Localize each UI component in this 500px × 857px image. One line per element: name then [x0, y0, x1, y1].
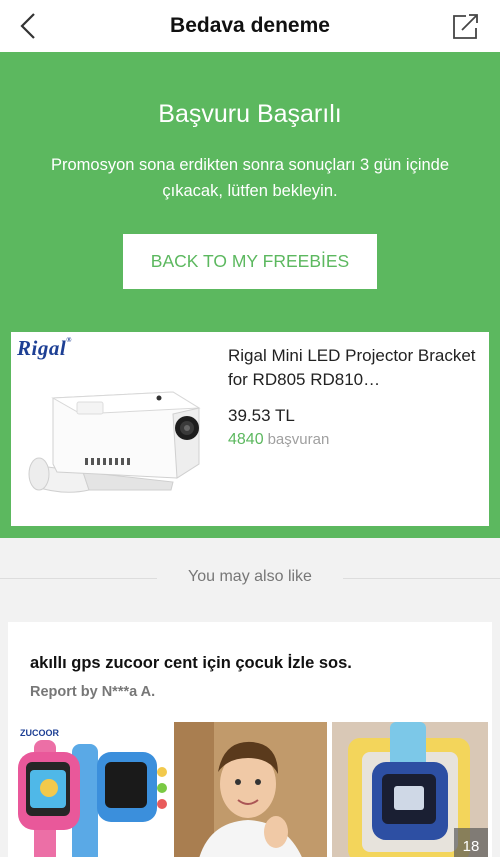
thumbnail-watch-box[interactable]: 18	[332, 722, 488, 857]
success-title: Başvuru Başarılı	[158, 100, 342, 128]
product-card[interactable]: Rigal® Rigal Mini LED Projector Bracket	[11, 332, 489, 526]
back-arrow-icon[interactable]	[14, 10, 44, 42]
thumbnail-watches[interactable]: ZUCOOR	[12, 722, 167, 857]
success-message: Promosyon sona erdikten sonra sonuçları …	[50, 156, 450, 200]
recommendations-header: You may also like	[188, 568, 312, 585]
divider-line	[343, 578, 500, 579]
report-author: Report by N***a A.	[30, 684, 156, 700]
application-success-banner: Başvuru Başarılı Promosyon sona erdikten…	[0, 52, 500, 538]
back-to-freebies-button[interactable]: BACK TO MY FREEBİES	[123, 234, 377, 289]
page-title: Bedava deneme	[170, 14, 330, 37]
share-icon[interactable]	[450, 10, 480, 42]
photo-count-badge: 18	[454, 828, 488, 857]
brand-logo: Rigal®	[17, 336, 72, 360]
recommended-item-card[interactable]: akıllı gps zucoor cent için çocuk İzle s…	[8, 622, 492, 857]
applicant-count: 4840	[228, 431, 264, 448]
thumbnail-child-photo[interactable]	[174, 722, 327, 857]
nav-bar: Bedava deneme	[0, 0, 500, 52]
applicant-info: 4840 başvuran	[228, 431, 329, 449]
recommended-item-title: akıllı gps zucoor cent için çocuk İzle s…	[30, 654, 352, 672]
applicant-label: başvuran	[267, 431, 330, 448]
product-name: Rigal Mini LED Projector Bracket for RD8…	[228, 346, 476, 389]
projector-image	[28, 391, 201, 493]
child-photo-image	[174, 722, 327, 857]
recommendations-divider: You may also like	[0, 560, 500, 596]
zucoor-logo: ZUCOOR	[20, 728, 59, 738]
product-price: 39.53 TL	[228, 406, 295, 425]
kids-watch-image	[18, 740, 167, 857]
